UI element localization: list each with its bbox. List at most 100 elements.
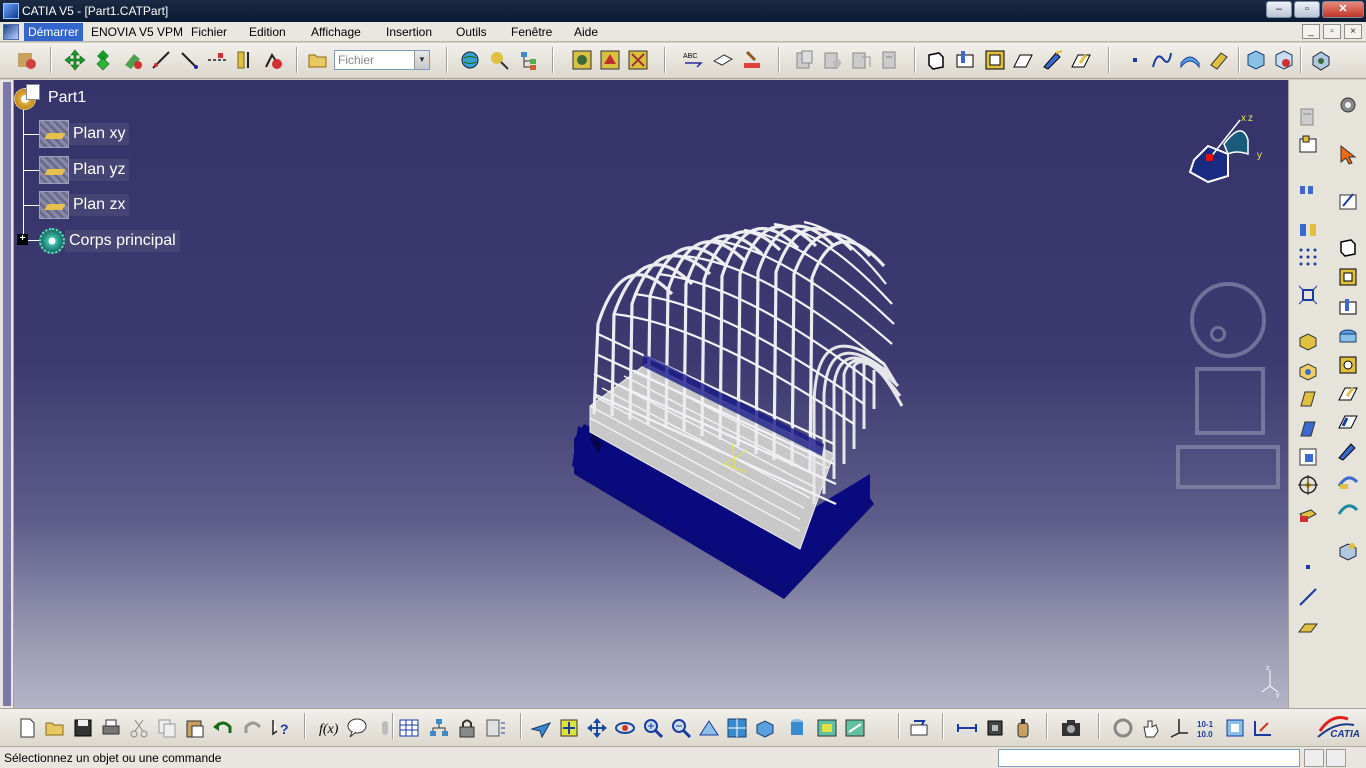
snap-move-icon[interactable]: [92, 49, 114, 71]
scale-icon[interactable]: [1297, 284, 1319, 306]
drafting-icon[interactable]: [627, 49, 649, 71]
hide-show-icon[interactable]: [816, 717, 838, 739]
thread-icon[interactable]: [1297, 360, 1319, 382]
zoom-view-ghost-icon[interactable]: [1176, 445, 1280, 489]
compass-center[interactable]: [1206, 154, 1213, 161]
rotate-view-ghost-icon[interactable]: [1190, 282, 1266, 358]
remove-face-icon[interactable]: [1297, 504, 1319, 526]
hole-icon[interactable]: [1297, 330, 1319, 352]
menu-outils[interactable]: Outils: [456, 25, 487, 39]
table-icon[interactable]: [398, 717, 420, 739]
tree-item-corps-principal[interactable]: Corps principal: [39, 227, 180, 255]
globe-icon[interactable]: [459, 49, 481, 71]
pan-view-ghost-icon[interactable]: [1195, 367, 1265, 435]
split-icon[interactable]: [1297, 134, 1319, 156]
groove-icon[interactable]: [1337, 326, 1359, 348]
shell-icon[interactable]: [1297, 418, 1319, 440]
select-cursor-icon[interactable]: [1337, 144, 1359, 166]
thickness-icon[interactable]: [1297, 446, 1319, 468]
rib-side-icon[interactable]: [1337, 382, 1359, 404]
spline-icon[interactable]: [1151, 49, 1173, 71]
extrude-surface-icon[interactable]: [1179, 49, 1201, 71]
tree-item-plan-xy[interactable]: Plan xy: [39, 120, 130, 148]
maximize-button[interactable]: ▫: [1294, 1, 1320, 18]
settings-gear-icon[interactable]: [1337, 94, 1359, 116]
line-small-icon[interactable]: [1297, 586, 1319, 608]
sketch-plane-icon[interactable]: [122, 49, 144, 71]
snap-icon[interactable]: [262, 49, 284, 71]
abc-text-icon[interactable]: ABC: [682, 49, 704, 71]
constraint-icon[interactable]: [1252, 717, 1274, 739]
new-document-icon[interactable]: [16, 717, 38, 739]
grid-dots-icon[interactable]: [1297, 246, 1319, 268]
pad-side-icon[interactable]: [1337, 236, 1359, 258]
fly-mode-icon[interactable]: [530, 717, 552, 739]
publish-doc-icon[interactable]: [878, 49, 900, 71]
menu-enovia[interactable]: ENOVIA V5 VPM: [91, 25, 183, 39]
ds-logo-icon[interactable]: [3, 24, 19, 40]
print-icon[interactable]: [100, 717, 122, 739]
boolean-add-icon[interactable]: [1244, 49, 1266, 71]
draft-icon[interactable]: [1297, 388, 1319, 410]
assembly-icon[interactable]: [599, 49, 621, 71]
remove-loft-icon[interactable]: [1337, 498, 1359, 520]
mirror-icon[interactable]: [1297, 218, 1319, 240]
file-filter-combo[interactable]: Fichier ▼: [334, 50, 430, 70]
target-icon[interactable]: [1297, 474, 1319, 496]
point-small-icon[interactable]: [1297, 556, 1319, 578]
open-icon[interactable]: [44, 717, 66, 739]
surface-icon[interactable]: [1207, 49, 1229, 71]
doc-restore-button[interactable]: ▫: [1323, 24, 1341, 39]
knowledge-icon[interactable]: [488, 49, 510, 71]
copy-doc-icon[interactable]: [794, 49, 816, 71]
link-doc-icon[interactable]: [822, 49, 844, 71]
capture-icon[interactable]: [1060, 717, 1082, 739]
workbench-icon[interactable]: [1310, 49, 1332, 71]
align-icon[interactable]: [206, 49, 228, 71]
line-icon[interactable]: [178, 49, 200, 71]
paste-icon[interactable]: [184, 717, 206, 739]
open-folder-icon[interactable]: [307, 49, 329, 71]
rib-icon[interactable]: [1012, 49, 1034, 71]
catalog-icon[interactable]: [16, 49, 38, 71]
layer-icon[interactable]: [1224, 717, 1246, 739]
catia-app-icon[interactable]: [3, 3, 19, 19]
body-stack-icon[interactable]: [1297, 106, 1319, 128]
menu-aide[interactable]: Aide: [574, 25, 598, 39]
menu-demarrer[interactable]: Démarrer: [24, 23, 83, 41]
axis-system-icon[interactable]: [1168, 717, 1190, 739]
measure-icon[interactable]: [234, 49, 256, 71]
minimize-button[interactable]: –: [1266, 1, 1292, 18]
plane-small-icon[interactable]: [1297, 616, 1319, 638]
swap-visible-icon[interactable]: [844, 717, 866, 739]
menu-edition[interactable]: Edition: [249, 25, 286, 39]
fit-all-icon[interactable]: [558, 717, 580, 739]
help-icon[interactable]: ?: [270, 717, 292, 739]
replace-doc-icon[interactable]: [850, 49, 872, 71]
shaft-side-icon[interactable]: [1337, 296, 1359, 318]
move-icon[interactable]: [64, 49, 86, 71]
boolean-remove-icon[interactable]: [1272, 49, 1294, 71]
zoom-in-icon[interactable]: [642, 717, 664, 739]
loft-icon[interactable]: [1337, 470, 1359, 492]
status-button-2[interactable]: [1326, 749, 1346, 767]
tree-item-plan-zx[interactable]: Plan zx: [39, 191, 130, 219]
rotate-icon[interactable]: [614, 717, 636, 739]
rectangular-pattern-icon[interactable]: [1297, 180, 1319, 202]
hole-side-icon[interactable]: [1337, 354, 1359, 376]
chevron-down-icon[interactable]: ▼: [414, 51, 429, 69]
units-icon[interactable]: 10-110.0: [1196, 717, 1218, 739]
inertia-icon[interactable]: [1012, 717, 1034, 739]
pad-icon[interactable]: [925, 49, 947, 71]
close-button[interactable]: ✕: [1322, 1, 1364, 18]
doc-minimize-button[interactable]: _: [1302, 24, 1320, 39]
multi-view-icon[interactable]: [726, 717, 748, 739]
slot-icon[interactable]: [1337, 410, 1359, 432]
stiffener-icon[interactable]: [1337, 440, 1359, 462]
measure-between-icon[interactable]: [956, 717, 978, 739]
undo-icon[interactable]: [212, 717, 234, 739]
shaft-icon[interactable]: [984, 49, 1006, 71]
tree-structure-icon[interactable]: [518, 49, 540, 71]
material-icon[interactable]: [908, 717, 930, 739]
redo-icon[interactable]: [242, 717, 264, 739]
